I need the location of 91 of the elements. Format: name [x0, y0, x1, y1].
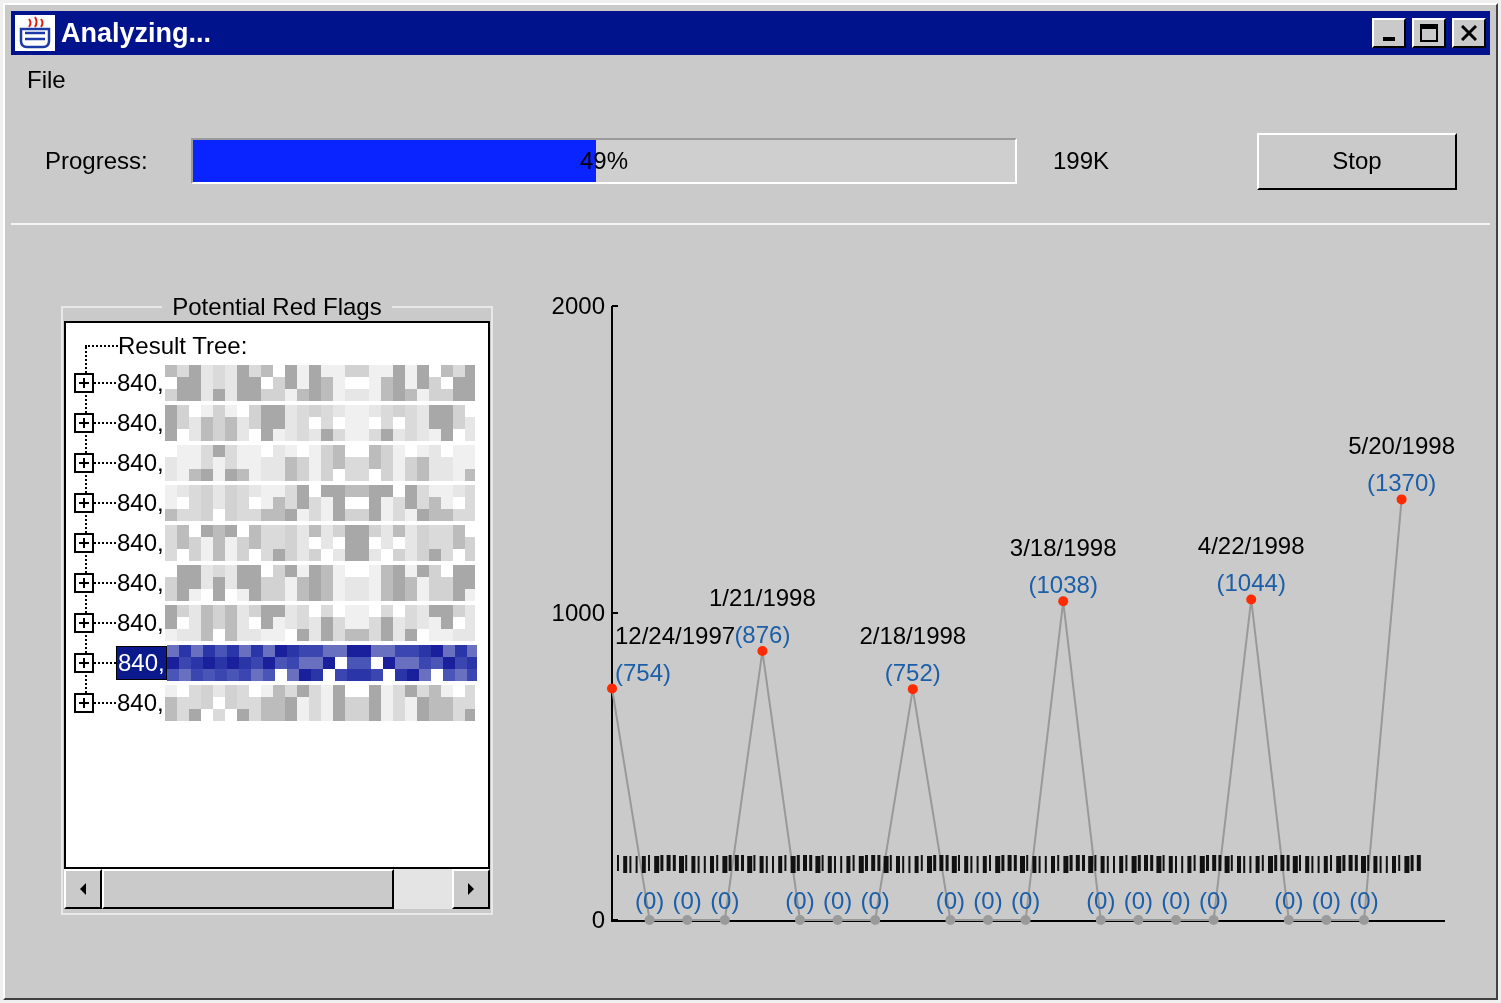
data-point: [983, 915, 993, 925]
point-value-label: (0): [1123, 887, 1154, 914]
maximize-icon: [1420, 24, 1438, 42]
expand-icon[interactable]: [74, 613, 94, 633]
point-value-label: (0): [935, 887, 966, 914]
expand-icon[interactable]: [74, 413, 94, 433]
data-point: [945, 915, 956, 925]
point-value-label: (0): [1274, 887, 1304, 914]
data-point: [832, 915, 843, 925]
point-value-label: (876): [734, 621, 791, 649]
tree-item[interactable]: 840,: [116, 487, 165, 519]
axis-tick-label: 1000: [551, 599, 605, 626]
point-value-label: (754): [615, 658, 672, 686]
point-value-label: (1044): [1216, 569, 1286, 597]
stop-button[interactable]: Stop: [1257, 132, 1457, 190]
data-point: [1171, 915, 1181, 925]
data-point: [1208, 915, 1219, 925]
expand-icon[interactable]: [74, 453, 94, 473]
data-point: [1396, 494, 1407, 505]
tree-item[interactable]: 840,: [116, 407, 165, 439]
data-point: [1020, 915, 1031, 925]
point-value-label: (0): [785, 887, 815, 914]
expand-icon[interactable]: [74, 573, 94, 593]
data-point: [1246, 594, 1257, 605]
close-icon: [1461, 25, 1477, 41]
point-date-label: 1/21/1998: [709, 584, 816, 612]
scroll-thumb[interactable]: [102, 869, 394, 909]
data-point: [1133, 915, 1144, 925]
panel-title: Potential Red Flags: [171, 293, 383, 321]
point-value-label: (0): [672, 887, 702, 914]
tree-item[interactable]: 840,: [116, 567, 165, 599]
axis-tick-label: 0: [591, 906, 605, 933]
point-value-label: (0): [1349, 887, 1379, 914]
point-date-label: 2/18/1998: [859, 622, 967, 650]
data-point: [1283, 915, 1294, 925]
data-point: [1095, 915, 1106, 925]
right-arrow-icon: [466, 882, 476, 896]
left-arrow-icon: [78, 882, 88, 896]
expand-icon[interactable]: [74, 533, 94, 553]
scroll-left-button[interactable]: [64, 869, 102, 909]
data-point: [1359, 915, 1369, 925]
close-button[interactable]: [1452, 18, 1486, 48]
point-value-label: (0): [1086, 887, 1116, 914]
expand-icon[interactable]: [74, 653, 94, 673]
point-value-label: (752): [884, 659, 941, 687]
size-readout: 199K: [1053, 146, 1111, 176]
point-date-label: 3/18/1998: [1009, 534, 1117, 562]
point-value-label: (0): [860, 887, 890, 914]
point-value-label: (1370): [1366, 469, 1437, 497]
point-value-label: (0): [1010, 887, 1041, 914]
data-point: [682, 915, 693, 925]
maximize-button[interactable]: [1412, 18, 1446, 48]
app-icon: [15, 15, 55, 51]
data-point: [644, 915, 655, 925]
expand-icon[interactable]: [74, 493, 94, 513]
tree-root: Result Tree:: [118, 331, 248, 361]
data-point: [870, 915, 881, 925]
point-value-label: (1038): [1028, 571, 1098, 599]
scroll-right-button[interactable]: [452, 869, 490, 909]
progress-label: Progress:: [45, 146, 149, 176]
point-value-label: (0): [1311, 887, 1342, 914]
axis-tick-label: 2000: [551, 292, 605, 319]
expand-icon[interactable]: [74, 693, 94, 713]
point-date-label: 5/20/1998: [1348, 432, 1455, 460]
data-point: [1058, 596, 1069, 607]
data-point: [719, 915, 730, 925]
point-value-label: (0): [822, 887, 853, 914]
point-date-label: 4/22/1998: [1197, 532, 1305, 560]
data-point: [607, 683, 617, 694]
point-value-label: (0): [973, 887, 1003, 914]
horizontal-scrollbar[interactable]: [64, 869, 490, 909]
expand-icon[interactable]: [74, 373, 94, 393]
point-value-label: (0): [1161, 887, 1191, 914]
tree-item[interactable]: 840,: [116, 607, 165, 639]
data-point: [1321, 915, 1332, 925]
tree-item[interactable]: 840,: [116, 527, 165, 559]
minimize-icon: [1383, 37, 1395, 41]
data-point: [795, 915, 805, 925]
data-point: [907, 684, 918, 695]
tree-item[interactable]: 840,: [116, 687, 165, 719]
data-point: [757, 646, 768, 657]
tree-item[interactable]: 840,: [116, 367, 165, 399]
tree-item[interactable]: 840,: [116, 447, 165, 479]
tree-item[interactable]: 840,: [116, 646, 167, 680]
point-value-label: (0): [634, 887, 665, 914]
menu-item[interactable]: File: [23, 62, 70, 98]
point-value-label: (0): [710, 887, 740, 914]
point-date-label: 12/24/1997: [615, 621, 736, 649]
point-value-label: (0): [1198, 887, 1229, 914]
window-title: Analyzing...: [61, 16, 213, 50]
minimize-button[interactable]: [1372, 18, 1406, 48]
